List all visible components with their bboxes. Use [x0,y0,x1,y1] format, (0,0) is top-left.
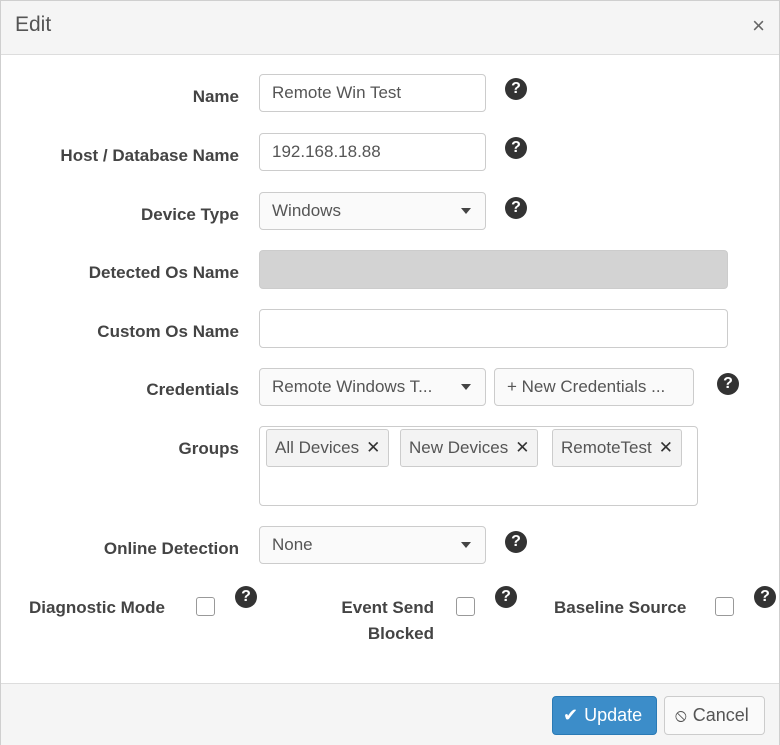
device-type-select[interactable]: Windows [259,192,486,230]
group-tag-label: RemoteTest [561,438,652,457]
group-tag-label: All Devices [275,438,360,457]
event-send-blocked-checkbox[interactable] [456,597,475,616]
online-detection-value: None [272,535,313,554]
host-input[interactable]: 192.168.18.88 [259,133,486,171]
group-tag: All Devices ✕ [266,429,390,467]
close-icon[interactable]: × [752,15,765,37]
update-button[interactable]: ✔ Update [552,696,657,735]
name-help-icon[interactable]: ? [505,78,527,100]
credentials-select[interactable]: Remote Windows T... [259,368,486,406]
host-label: Host / Database Name [60,146,239,165]
new-credentials-button[interactable]: + New Credentials ... [494,368,694,406]
credentials-label: Credentials [146,380,239,399]
event-send-blocked-label-2: Blocked [367,624,434,643]
name-label: Name [192,87,239,106]
host-help-icon[interactable]: ? [505,137,527,159]
detected-os-input [259,250,728,289]
cancel-button[interactable]: ⦸ Cancel [664,696,765,735]
custom-os-label: Custom Os Name [97,322,239,341]
caret-down-icon [461,384,471,390]
custom-os-input[interactable] [259,309,728,348]
dialog-footer: ✔ Update ⦸ Cancel [1,683,779,745]
diagnostic-mode-label: Diagnostic Mode [29,598,166,617]
online-detection-select[interactable]: None [259,526,486,564]
edit-dialog: Edit × Name Remote Win Test ? Host / Dat… [0,0,780,745]
name-input[interactable]: Remote Win Test [259,74,486,112]
check-icon: ✔ [563,705,579,725]
update-label: Update [584,705,643,725]
caret-down-icon [461,542,471,548]
dialog-header: Edit × [1,1,779,55]
group-tag: RemoteTest ✕ [552,429,682,467]
caret-down-icon [461,208,471,214]
groups-label: Groups [178,439,239,458]
diagnostic-mode-help-icon[interactable]: ? [235,586,257,608]
event-send-blocked-help-icon[interactable]: ? [495,586,517,608]
ban-icon: ⦸ [675,705,687,725]
credentials-value: Remote Windows T... [272,377,433,396]
online-detection-label: Online Detection [103,539,239,558]
remove-tag-icon[interactable]: ✕ [515,438,529,458]
device-type-value: Windows [272,201,341,220]
baseline-source-help-icon[interactable]: ? [754,586,776,608]
groups-input[interactable]: All Devices ✕ New Devices ✕ RemoteTest ✕ [259,426,698,506]
dialog-title: Edit [15,13,52,36]
baseline-source-label: Baseline Source [554,598,687,617]
baseline-source-checkbox[interactable] [715,597,734,616]
cancel-label: Cancel [692,705,749,725]
remove-tag-icon[interactable]: ✕ [366,438,380,458]
diagnostic-mode-checkbox[interactable] [196,597,215,616]
remove-tag-icon[interactable]: ✕ [659,438,673,458]
group-tag-label: New Devices [409,438,509,457]
group-tag: New Devices ✕ [400,429,539,467]
detected-os-label: Detected Os Name [88,263,239,282]
online-detection-help-icon[interactable]: ? [505,531,527,553]
event-send-blocked-label-1: Event Send [341,598,434,617]
device-type-label: Device Type [141,205,239,224]
credentials-help-icon[interactable]: ? [717,373,739,395]
device-type-help-icon[interactable]: ? [505,197,527,219]
